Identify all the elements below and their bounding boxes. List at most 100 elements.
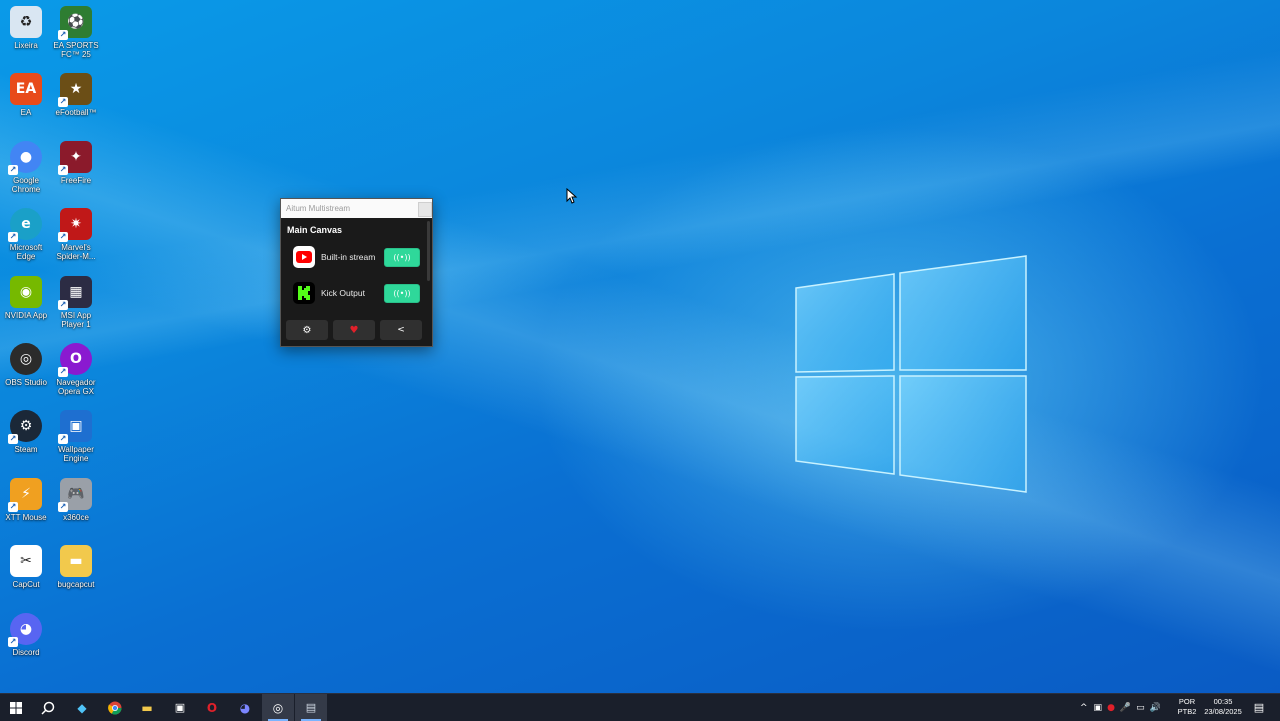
- tray-overflow-chevron-icon[interactable]: ^: [1080, 703, 1088, 713]
- canvas-title: Main Canvas: [287, 225, 343, 235]
- desktop-icon-label: FreeFire: [60, 175, 92, 185]
- taskbar-file-explorer[interactable]: ▬: [131, 694, 163, 721]
- desktop-icon-capcut[interactable]: ✂ CapCut: [0, 543, 52, 589]
- steam-icon: ⚙ ↗: [8, 410, 42, 445]
- desktop-icon-xtt-mouse[interactable]: ⚡ ↗ XTT Mouse: [0, 476, 52, 522]
- desktop-icon-freefire[interactable]: ✦ ↗ FreeFire: [50, 139, 102, 185]
- desktop: [0, 0, 1280, 693]
- edge-icon: e ↗: [8, 208, 42, 243]
- efootball-icon: ★ ↗: [58, 73, 92, 108]
- shortcut-arrow-icon: ↗: [8, 434, 18, 445]
- opera-gx-icon: O ↗: [58, 343, 92, 377]
- window-titlebar[interactable]: Aitum Multistream: [281, 199, 432, 218]
- desktop-icon-spiderman[interactable]: ✷ ↗ Marvel's Spider-M...: [50, 206, 102, 261]
- kick-icon: [293, 282, 315, 304]
- desktop-icon-steam[interactable]: ⚙ ↗ Steam: [0, 408, 52, 454]
- wallpaper-engine-icon: ▣ ↗: [58, 410, 92, 445]
- output-row-kick-output: Kick Output ((•)): [281, 275, 432, 311]
- copilot-icon: ◆: [77, 700, 87, 715]
- share-icon: <: [397, 325, 405, 335]
- desktop-icon-ea-fc25[interactable]: ⚽ ↗ EA SPORTS FC™ 25: [50, 4, 102, 59]
- desktop-icon-discord[interactable]: ◕ ↗ Discord: [0, 611, 52, 657]
- shortcut-arrow-icon: ↗: [8, 232, 18, 243]
- windows-start-icon: [10, 701, 22, 714]
- desktop-icon-label: NVIDIA App: [4, 310, 48, 320]
- mouse-cursor-icon: [566, 188, 578, 204]
- gear-icon: ⚙: [302, 324, 312, 336]
- file-explorer-icon: ▬: [141, 700, 153, 715]
- notification-center-button[interactable]: ▤: [1248, 694, 1270, 721]
- windows-logo-wallpaper: [795, 255, 1027, 493]
- tray-aitum-icon[interactable]: ●: [1107, 703, 1115, 713]
- shortcut-arrow-icon: ↗: [8, 501, 18, 512]
- start-button[interactable]: [0, 694, 32, 721]
- desktop-icon-msi-app-player[interactable]: ▦ ↗ MSI App Player 1: [50, 274, 102, 329]
- chrome-icon: [108, 701, 122, 714]
- window-toolbar: ⚙ ♥ <: [286, 320, 422, 340]
- donate-button[interactable]: ♥: [333, 320, 375, 340]
- desktop-icon-wallpaper-engine[interactable]: ▣ ↗ Wallpaper Engine: [50, 408, 102, 463]
- recycle-bin-icon: ♻: [10, 6, 42, 38]
- notification-icon: ▤: [1253, 701, 1265, 714]
- taskbar-copilot[interactable]: ◆: [66, 694, 98, 721]
- search-icon: [41, 701, 55, 715]
- window-title: Aitum Multistream: [286, 204, 351, 213]
- search-button[interactable]: [32, 694, 64, 721]
- window-control-button[interactable]: [418, 202, 432, 217]
- shortcut-arrow-icon: ↗: [58, 30, 68, 40]
- desktop-icon-label: Microsoft Edge: [9, 243, 43, 262]
- settings-button[interactable]: ⚙: [286, 320, 328, 340]
- desktop-icon-nvidia[interactable]: ◉ NVIDIA App: [0, 274, 52, 320]
- output-name: Built-in stream: [321, 252, 376, 262]
- desktop-icon-chrome[interactable]: ● ↗ Google Chrome: [0, 139, 52, 194]
- share-button[interactable]: <: [380, 320, 422, 340]
- network-icon[interactable]: ▭: [1136, 703, 1145, 713]
- desktop-icon-obs[interactable]: ◎ OBS Studio: [0, 341, 52, 387]
- output-toggle-button[interactable]: ((•)): [384, 283, 420, 303]
- desktop-icon-edge[interactable]: e ↗ Microsoft Edge: [0, 206, 52, 261]
- tray-app-icon[interactable]: ▣: [1094, 703, 1103, 713]
- ea-app-icon: EA: [10, 73, 42, 106]
- taskbar-aitum-multistream[interactable]: ▤: [295, 694, 327, 721]
- volume-icon[interactable]: 🔊: [1150, 703, 1161, 713]
- desktop-icon-label: MSI App Player 1: [60, 310, 92, 329]
- gamepad-icon: 🎮 ↗: [58, 477, 92, 512]
- discord-icon: ◕: [239, 700, 251, 715]
- taskbar-discord[interactable]: ◕: [229, 694, 261, 721]
- taskbar-microsoft-store[interactable]: ▣: [164, 694, 196, 721]
- microphone-icon[interactable]: 🎤: [1120, 703, 1131, 713]
- youtube-icon: [293, 246, 315, 268]
- desktop-icon-label: XTT Mouse: [5, 512, 47, 522]
- shortcut-arrow-icon: ↗: [58, 299, 68, 310]
- shortcut-arrow-icon: ↗: [58, 232, 68, 243]
- desktop-icon-folder[interactable]: ▬ bugcapcut: [50, 543, 102, 589]
- taskbar-chrome[interactable]: [99, 694, 131, 721]
- aitum-multistream-window[interactable]: Aitum Multistream Main Canvas Built-in s…: [280, 198, 433, 347]
- desktop-icon-label: CapCut: [12, 580, 40, 590]
- aitum-multistream-icon: ▤: [305, 701, 317, 714]
- output-name: Kick Output: [321, 288, 365, 298]
- shortcut-arrow-icon: ↗: [58, 501, 68, 512]
- clock[interactable]: 00:35 23/08/2025: [1198, 697, 1248, 717]
- desktop-icon-opera-gx[interactable]: O ↗ Navegador Opera GX: [50, 341, 102, 396]
- spiderman-icon: ✷ ↗: [58, 208, 92, 243]
- output-row-built-in-stream: Built-in stream ((•)): [281, 239, 432, 275]
- taskbar: ◆ ▬ ▣ O ◕ ◎ ▤ ^ ▣ ● 🎤 ▭ 🔊 POR PTB2 00:35…: [0, 693, 1280, 721]
- desktop-icon-recycle-bin[interactable]: ♻ Lixeira: [0, 4, 52, 50]
- shortcut-arrow-icon: ↗: [58, 367, 68, 377]
- shortcut-arrow-icon: ↗: [8, 636, 18, 647]
- shortcut-arrow-icon: ↗: [58, 164, 68, 175]
- desktop-icon-ea-app[interactable]: EA EA: [0, 71, 52, 117]
- microsoft-store-icon: ▣: [174, 701, 186, 714]
- desktop-icon-label: Navegador Opera GX: [56, 378, 96, 396]
- clock-date: 23/08/2025: [1204, 707, 1242, 716]
- output-toggle-button[interactable]: ((•)): [384, 247, 420, 267]
- taskbar-opera[interactable]: O: [196, 694, 228, 721]
- shortcut-arrow-icon: ↗: [58, 434, 68, 445]
- opera-icon: O: [206, 700, 218, 715]
- taskbar-obs[interactable]: ◎: [262, 694, 294, 721]
- capcut-icon: ✂: [10, 545, 42, 578]
- desktop-icon-efootball[interactable]: ★ ↗ eFootball™: [50, 71, 102, 117]
- chrome-icon: ● ↗: [8, 140, 42, 175]
- desktop-icon-gamepad[interactable]: 🎮 ↗ x360ce: [50, 476, 102, 522]
